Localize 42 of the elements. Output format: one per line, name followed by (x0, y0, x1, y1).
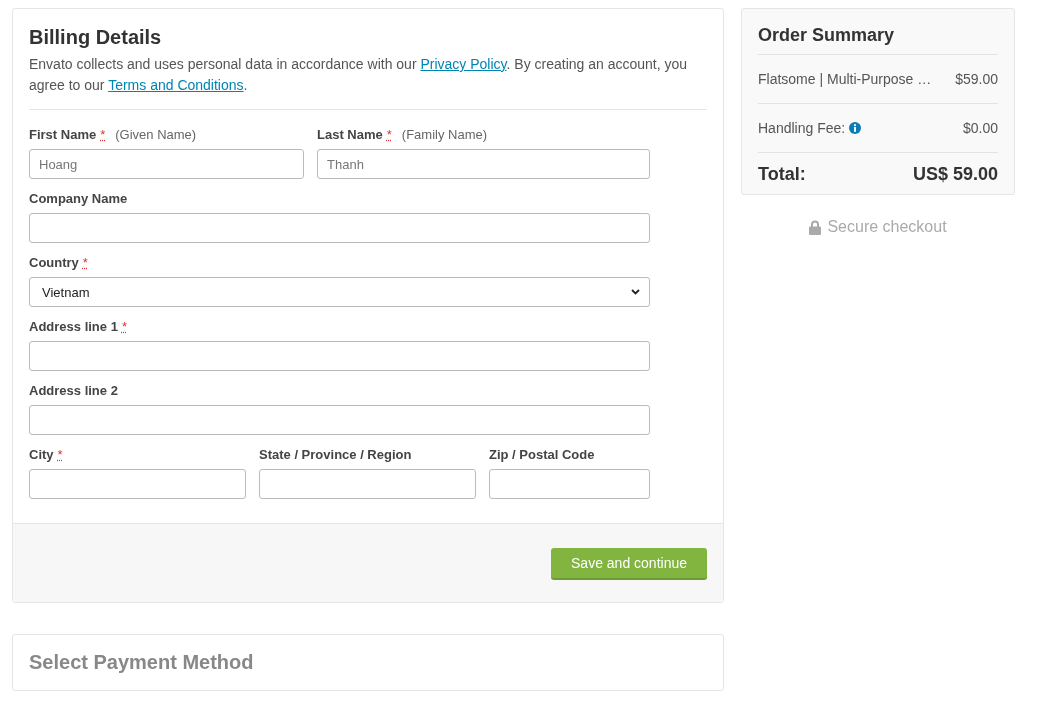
chevron-down-icon[interactable] (631, 289, 640, 295)
total-label: Total: (758, 163, 806, 185)
summary-title: Order Summary (758, 24, 998, 55)
required-mark: * (386, 127, 392, 143)
info-icon[interactable] (849, 122, 862, 134)
inline-link[interactable]: Terms and Conditions (108, 77, 244, 93)
line-item-label: Handling Fee: (758, 119, 846, 138)
field-label: First Name (29, 127, 97, 143)
field-label: Address line 1 (29, 319, 118, 335)
input-field[interactable]: Thanh (317, 149, 650, 179)
hint-text: (Family Name) (401, 127, 488, 143)
section-title: Billing Details (29, 25, 163, 49)
field-label: Address line 2 (29, 383, 118, 399)
required-mark: * (121, 319, 127, 335)
input-field[interactable] (29, 341, 650, 371)
field-label: City (29, 447, 54, 463)
save-continue-button[interactable]: Save and continue (551, 548, 707, 580)
lock-icon (809, 219, 822, 235)
input-field[interactable] (29, 213, 650, 243)
privacy-notice: Envato collects and uses personal data in accordance with our Privacy Policy. By creating an account, you agree to our Terms and Conditions. (29, 55, 689, 95)
select-field[interactable]: Vietnam (29, 277, 650, 307)
field-label: Country (29, 255, 79, 271)
field-label: Last Name (317, 127, 383, 143)
required-mark: * (82, 255, 88, 271)
price-text: $0.00 (962, 119, 998, 138)
price-text: $59.00 (955, 70, 998, 89)
field-label: Company Name (29, 191, 128, 207)
input-field[interactable] (259, 469, 476, 499)
hint-text: (Given Name) (115, 127, 197, 143)
secure-checkout-text: Secure checkout (827, 217, 947, 237)
input-field[interactable]: Hoang (29, 149, 304, 179)
inline-link[interactable]: Privacy Policy (420, 56, 507, 72)
input-field[interactable] (489, 469, 650, 499)
field-label: State / Province / Region (259, 447, 412, 463)
line-item-label: Flatsome | Multi-Purpose … (758, 70, 932, 89)
field-label: Zip / Postal Code (489, 447, 595, 463)
input-field[interactable] (29, 405, 650, 435)
section-title: Select Payment Method (29, 651, 254, 674)
total-amount: US$ 59.00 (912, 163, 998, 185)
input-field[interactable] (29, 469, 246, 499)
required-mark: * (57, 447, 63, 463)
required-mark: * (100, 127, 106, 143)
